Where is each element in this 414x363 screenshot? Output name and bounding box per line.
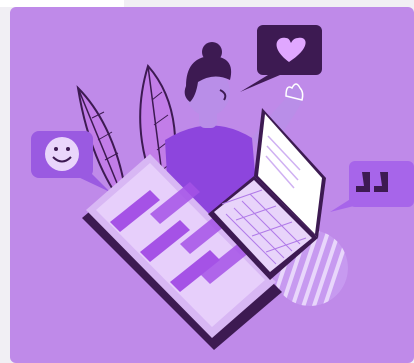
heart-chat-icon bbox=[240, 25, 322, 92]
illustration bbox=[31, 25, 414, 350]
page-frame bbox=[0, 0, 414, 363]
quote-chat-icon bbox=[330, 161, 414, 212]
